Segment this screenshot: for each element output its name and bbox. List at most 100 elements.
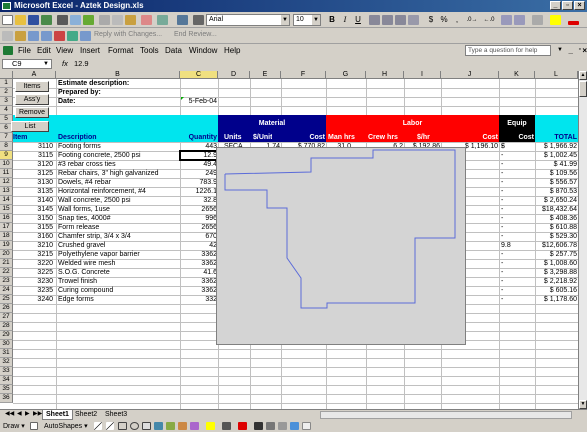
line-item-number[interactable]: 3230 xyxy=(13,277,55,286)
show-comment-icon[interactable] xyxy=(2,31,13,41)
menu-format[interactable]: Format xyxy=(108,46,133,55)
line-item-number[interactable]: 3140 xyxy=(13,196,55,205)
line-style-icon[interactable] xyxy=(254,422,263,430)
menu-edit[interactable]: Edit xyxy=(37,46,51,55)
formula-input[interactable]: 12.9 xyxy=(74,59,89,68)
print-icon[interactable] xyxy=(57,15,68,25)
line-item-quantity[interactable]: 2656 xyxy=(181,205,217,214)
currency-button[interactable]: $ xyxy=(425,14,437,26)
line-item-description[interactable]: Snap ties, 4000# xyxy=(58,214,180,223)
row-header[interactable]: 11 xyxy=(0,169,13,178)
row-header[interactable]: 3 xyxy=(0,97,13,106)
line-item-total[interactable]: $ 3,298.88 xyxy=(537,268,577,277)
line-item-quantity[interactable]: 42 xyxy=(181,241,217,250)
line-item-quantity[interactable]: 249 xyxy=(181,169,217,178)
line-item-description[interactable]: Wall forms, 1use xyxy=(58,205,180,214)
help-search-input[interactable]: Type a question for help xyxy=(465,45,551,56)
print-preview-icon[interactable] xyxy=(70,15,81,25)
3d-icon[interactable] xyxy=(302,422,311,430)
line-item-description[interactable]: Edge forms xyxy=(58,295,180,304)
line-item-equip[interactable]: - xyxy=(501,196,511,205)
format-painter-icon[interactable] xyxy=(141,15,152,25)
line-item-total[interactable]: $ 1,178.60 xyxy=(537,295,577,304)
line-item-total[interactable]: $ 529.30 xyxy=(537,232,577,241)
line-item-number[interactable]: 3160 xyxy=(13,232,55,241)
decrease-indent-icon[interactable] xyxy=(501,15,512,25)
arrow-style-icon[interactable] xyxy=(278,422,287,430)
line-item-number[interactable]: 3155 xyxy=(13,223,55,232)
line-item-equip[interactable]: - xyxy=(501,232,511,241)
diagram-icon[interactable] xyxy=(166,422,175,430)
col-header-a[interactable]: A xyxy=(13,71,56,79)
line-item-quantity[interactable]: 3362 xyxy=(181,250,217,259)
line-item-number[interactable]: 3210 xyxy=(13,241,55,250)
tab-sheet1[interactable]: Sheet1 xyxy=(42,410,73,420)
row-header[interactable]: 34 xyxy=(0,376,13,385)
floor-plan-drawing[interactable] xyxy=(216,147,466,345)
restore-button[interactable]: ▫ xyxy=(562,1,573,10)
line-item-total[interactable]: $ 2,218.92 xyxy=(537,277,577,286)
row-header[interactable]: 1 xyxy=(0,79,13,88)
wordart-icon[interactable] xyxy=(154,422,163,430)
line-item-description[interactable]: Welded wire mesh xyxy=(58,259,180,268)
menu-insert[interactable]: Insert xyxy=(80,46,100,55)
line-item-total[interactable]: $ 41.99 xyxy=(537,160,577,169)
line-item-description[interactable]: Footing concrete, 2500 psi xyxy=(58,151,180,160)
font-size-select[interactable]: 10 ▼ xyxy=(293,14,321,26)
line-item-equip[interactable]: - xyxy=(501,169,511,178)
col-header-k[interactable]: K xyxy=(499,71,535,79)
line-item-equip[interactable]: - xyxy=(501,214,511,223)
menu-data[interactable]: Data xyxy=(165,46,182,55)
line-item-quantity[interactable]: 2656 xyxy=(181,223,217,232)
chevron-down-icon[interactable]: ▼ xyxy=(557,47,563,53)
line-item-description[interactable]: Curing compound xyxy=(58,286,180,295)
align-left-icon[interactable] xyxy=(369,15,380,25)
menu-file[interactable]: File xyxy=(18,46,31,55)
date-value[interactable]: 5-Feb-04 xyxy=(181,97,217,106)
line-item-equip[interactable]: - xyxy=(501,187,511,196)
line-item-quantity[interactable]: 49.4 xyxy=(181,160,217,169)
list-button[interactable]: List xyxy=(11,121,49,132)
line-item-equip[interactable]: - xyxy=(501,142,511,151)
new-icon[interactable] xyxy=(2,15,13,25)
line-item-number[interactable]: 3220 xyxy=(13,259,55,268)
scroll-down-icon[interactable]: ▼ xyxy=(579,400,587,409)
line-item-equip[interactable]: - xyxy=(501,250,511,259)
line-item-quantity[interactable]: 332 xyxy=(181,295,217,304)
remove-button[interactable]: Remove xyxy=(15,107,49,118)
row-header[interactable]: 9 xyxy=(0,151,13,160)
col-header-b[interactable]: B xyxy=(56,71,180,79)
row-header[interactable]: 2 xyxy=(0,88,13,97)
line-item-description[interactable]: Crushed gravel xyxy=(58,241,180,250)
close-button[interactable]: × xyxy=(574,1,585,10)
row-header[interactable]: 15 xyxy=(0,205,13,214)
row-header[interactable]: 30 xyxy=(0,340,13,349)
line-item-description[interactable]: Trowel finish xyxy=(58,277,180,286)
increase-indent-icon[interactable] xyxy=(514,15,525,25)
open-icon[interactable] xyxy=(15,15,26,25)
font-color-draw-icon[interactable] xyxy=(238,422,247,430)
increase-decimal-button[interactable]: .0→ xyxy=(464,14,480,26)
row-header[interactable]: 18 xyxy=(0,232,13,241)
line-item-total[interactable]: $ 2,650.24 xyxy=(537,196,577,205)
line-item-description[interactable]: #3 rebar cross ties xyxy=(58,160,180,169)
line-item-quantity[interactable]: 670 xyxy=(181,232,217,241)
percent-button[interactable]: % xyxy=(438,14,450,26)
line-item-number[interactable]: 3110 xyxy=(13,142,55,151)
draw-menu[interactable]: Draw ▾ xyxy=(3,422,25,430)
line-item-quantity[interactable]: 32.8 xyxy=(181,196,217,205)
row-header[interactable]: 33 xyxy=(0,367,13,376)
line-item-quantity[interactable]: 3362 xyxy=(181,286,217,295)
row-header[interactable]: 14 xyxy=(0,196,13,205)
menu-tools[interactable]: Tools xyxy=(140,46,159,55)
line-item-total[interactable]: $ 556.57 xyxy=(537,178,577,187)
line-item-description[interactable]: Footing forms xyxy=(58,142,180,151)
line-item-description[interactable]: Horizontal reinforcement, #4 xyxy=(58,187,180,196)
worksheet[interactable]: A B C D E F G H I J K L 1 2 3 4 5 6 7 8 9 10 11 12 1… xyxy=(0,71,578,409)
line-item-equip[interactable]: - xyxy=(501,151,511,160)
row-header[interactable]: 22 xyxy=(0,268,13,277)
col-header-i[interactable]: I xyxy=(404,71,441,79)
paste-icon[interactable] xyxy=(125,15,136,25)
line-item-equip[interactable]: - xyxy=(501,295,511,304)
underline-button[interactable]: U xyxy=(352,14,364,26)
